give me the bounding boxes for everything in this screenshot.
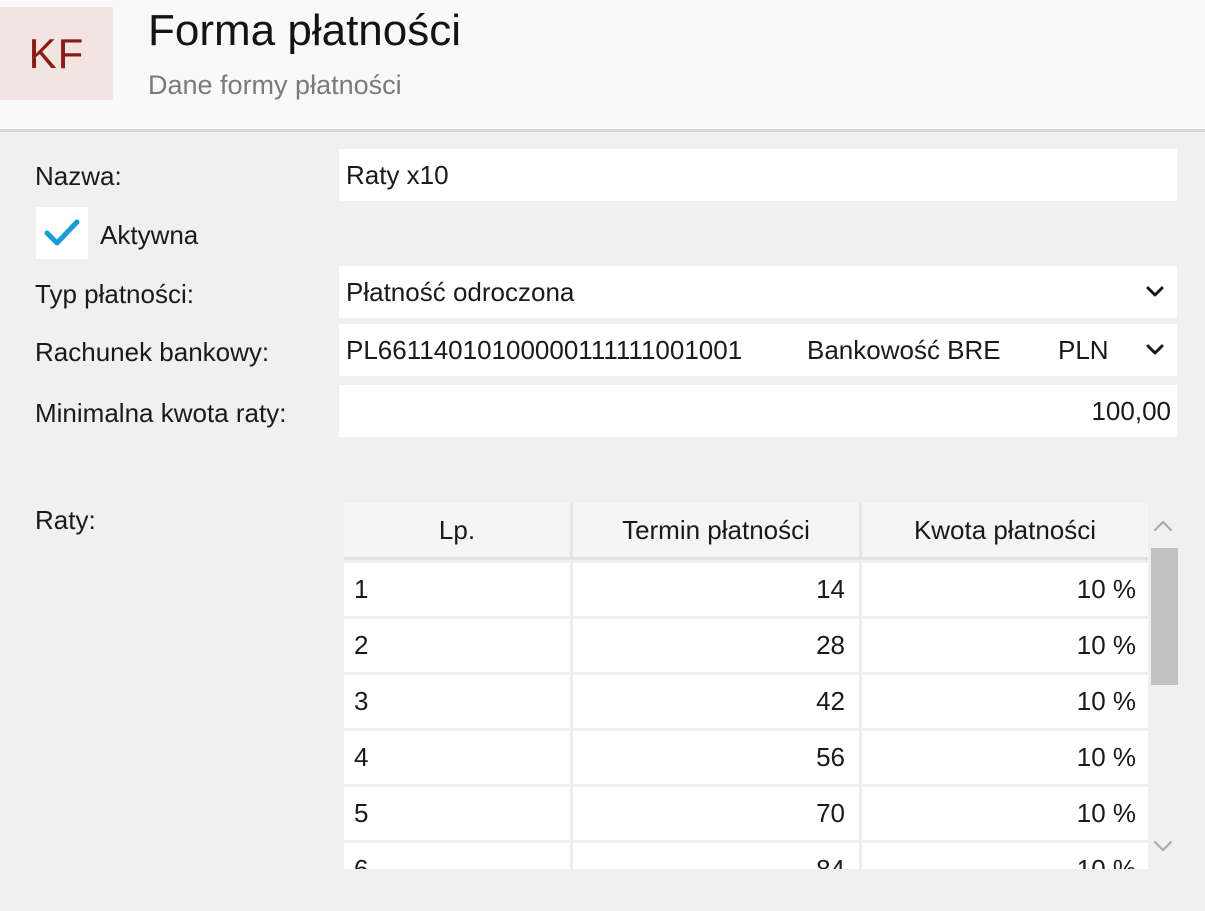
cell-lp[interactable]: 2 bbox=[344, 619, 573, 672]
cell-lp[interactable]: 4 bbox=[344, 731, 573, 784]
column-header-lp[interactable]: Lp. bbox=[344, 503, 573, 557]
check-icon bbox=[44, 219, 80, 246]
name-input[interactable]: Raty x10 bbox=[339, 149, 1177, 201]
cell-lp[interactable]: 1 bbox=[344, 563, 573, 616]
name-value: Raty x10 bbox=[346, 159, 449, 190]
page-subtitle: Dane formy płatności bbox=[148, 70, 402, 100]
cell-term[interactable]: 56 bbox=[573, 731, 862, 784]
active-checkbox[interactable] bbox=[36, 207, 88, 259]
table-row[interactable]: 6 84 10 % bbox=[344, 843, 1148, 869]
header: KF Forma płatności Dane formy płatności bbox=[0, 0, 1205, 132]
table-row[interactable]: 2 28 10 % bbox=[344, 619, 1148, 672]
cell-amount[interactable]: 10 % bbox=[862, 843, 1148, 869]
chevron-down-icon bbox=[1146, 344, 1164, 355]
grid-header: Lp. Termin płatności Kwota płatności bbox=[344, 503, 1148, 560]
min-amount-input[interactable]: 100,00 bbox=[339, 385, 1177, 437]
bank-currency: PLN bbox=[1058, 334, 1109, 365]
app-logo: KF bbox=[0, 7, 113, 100]
cell-term[interactable]: 28 bbox=[573, 619, 862, 672]
cell-amount[interactable]: 10 % bbox=[862, 675, 1148, 728]
chevron-up-icon[interactable] bbox=[1152, 515, 1174, 537]
grid-scrollbar[interactable] bbox=[1148, 503, 1178, 869]
chevron-down-icon[interactable] bbox=[1152, 835, 1174, 857]
column-header-term[interactable]: Termin płatności bbox=[573, 503, 862, 557]
cell-term[interactable]: 14 bbox=[573, 563, 862, 616]
bank-account-select[interactable]: PL66114010100000111111001001 Bankowość B… bbox=[339, 324, 1177, 376]
min-amount-label: Minimalna kwota raty: bbox=[35, 398, 287, 428]
scroll-thumb[interactable] bbox=[1151, 548, 1178, 685]
cell-term[interactable]: 84 bbox=[573, 843, 862, 869]
chevron-down-icon bbox=[1146, 286, 1164, 297]
cell-amount[interactable]: 10 % bbox=[862, 731, 1148, 784]
bank-name: Bankowość BRE bbox=[807, 334, 1001, 365]
bank-account-number: PL66114010100000111111001001 bbox=[346, 334, 743, 365]
table-row[interactable]: 4 56 10 % bbox=[344, 731, 1148, 784]
table-row[interactable]: 5 70 10 % bbox=[344, 787, 1148, 840]
name-label: Nazwa: bbox=[35, 161, 122, 191]
cell-term[interactable]: 70 bbox=[573, 787, 862, 840]
cell-term[interactable]: 42 bbox=[573, 675, 862, 728]
logo-text: KF bbox=[28, 29, 85, 77]
installments-grid[interactable]: Lp. Termin płatności Kwota płatności 1 1… bbox=[344, 503, 1148, 869]
min-amount-value: 100,00 bbox=[1091, 395, 1171, 426]
payment-type-value: Płatność odroczona bbox=[346, 276, 575, 307]
payment-type-label: Typ płatności: bbox=[35, 279, 194, 309]
table-row[interactable]: 1 14 10 % bbox=[344, 563, 1148, 616]
cell-amount[interactable]: 10 % bbox=[862, 563, 1148, 616]
bank-account-label: Rachunek bankowy: bbox=[35, 337, 270, 367]
page-title: Forma płatności bbox=[148, 6, 462, 55]
cell-lp[interactable]: 5 bbox=[344, 787, 573, 840]
payment-type-select[interactable]: Płatność odroczona bbox=[339, 266, 1177, 318]
installments-label: Raty: bbox=[35, 505, 96, 535]
active-label[interactable]: Aktywna bbox=[100, 220, 198, 251]
cell-lp[interactable]: 6 bbox=[344, 843, 573, 869]
cell-amount[interactable]: 10 % bbox=[862, 787, 1148, 840]
cell-amount[interactable]: 10 % bbox=[862, 619, 1148, 672]
cell-lp[interactable]: 3 bbox=[344, 675, 573, 728]
table-row[interactable]: 3 42 10 % bbox=[344, 675, 1148, 728]
column-header-amount[interactable]: Kwota płatności bbox=[862, 503, 1148, 557]
